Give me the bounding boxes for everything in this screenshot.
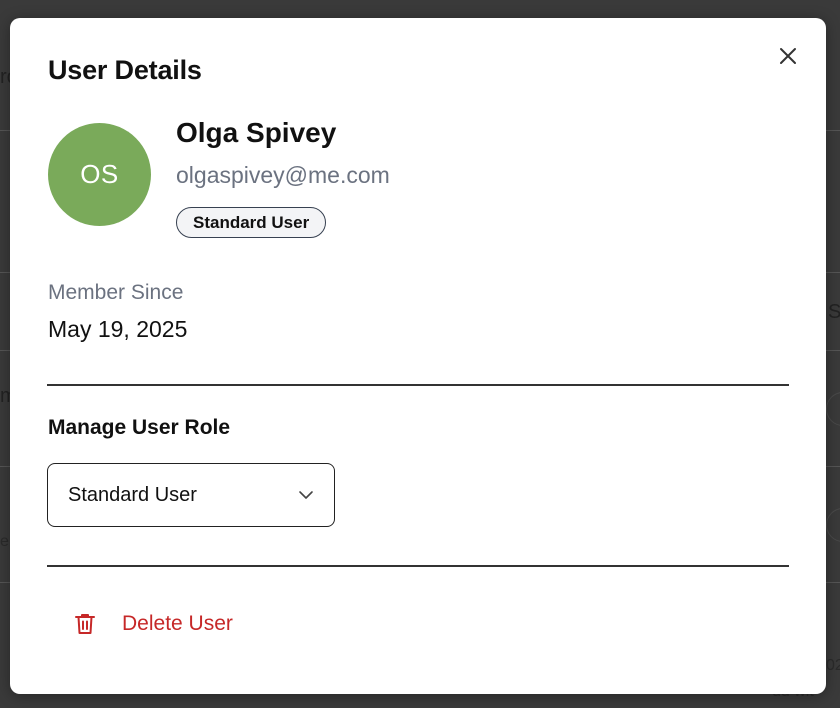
bg-avatar xyxy=(826,392,840,426)
avatar-initials: OS xyxy=(80,159,119,189)
bg-row-divider xyxy=(0,466,10,467)
user-email: olgaspivey@me.com xyxy=(176,162,390,188)
bg-row-divider xyxy=(826,582,840,583)
bg-row-divider xyxy=(826,466,840,467)
delete-user-label: Delete User xyxy=(122,612,233,635)
bg-text-fragment: St xyxy=(828,301,840,323)
avatar: OS xyxy=(48,123,151,226)
delete-user-button[interactable]: Delete User xyxy=(74,608,233,640)
section-divider xyxy=(47,565,789,567)
bg-row-divider xyxy=(826,130,840,131)
bg-row-divider xyxy=(826,272,840,273)
bg-row-divider xyxy=(0,350,10,351)
bg-text-fragment: 02 xyxy=(826,657,840,674)
role-badge: Standard User xyxy=(176,207,327,238)
bg-row-divider xyxy=(0,582,10,583)
trash-icon xyxy=(75,614,95,634)
bg-row-divider xyxy=(0,130,10,131)
close-icon xyxy=(780,48,796,64)
modal-title: User Details xyxy=(48,55,202,85)
member-since-label: Member Since xyxy=(48,281,184,304)
bg-row-divider xyxy=(0,272,10,273)
section-divider xyxy=(47,384,789,386)
role-select[interactable]: Standard User xyxy=(47,463,335,527)
manage-role-title: Manage User Role xyxy=(48,416,231,439)
chevron-down-icon xyxy=(299,491,313,499)
role-select-value: Standard User xyxy=(68,483,197,506)
user-details-modal: User Details OS Olga Spivey olgaspivey@m… xyxy=(10,18,826,694)
bg-row-divider xyxy=(826,350,840,351)
close-button[interactable] xyxy=(776,44,800,68)
user-name: Olga Spivey xyxy=(176,117,337,148)
bg-text-fragment: e xyxy=(0,533,9,550)
bg-avatar xyxy=(826,508,840,542)
member-since-value: May 19, 2025 xyxy=(48,316,188,342)
